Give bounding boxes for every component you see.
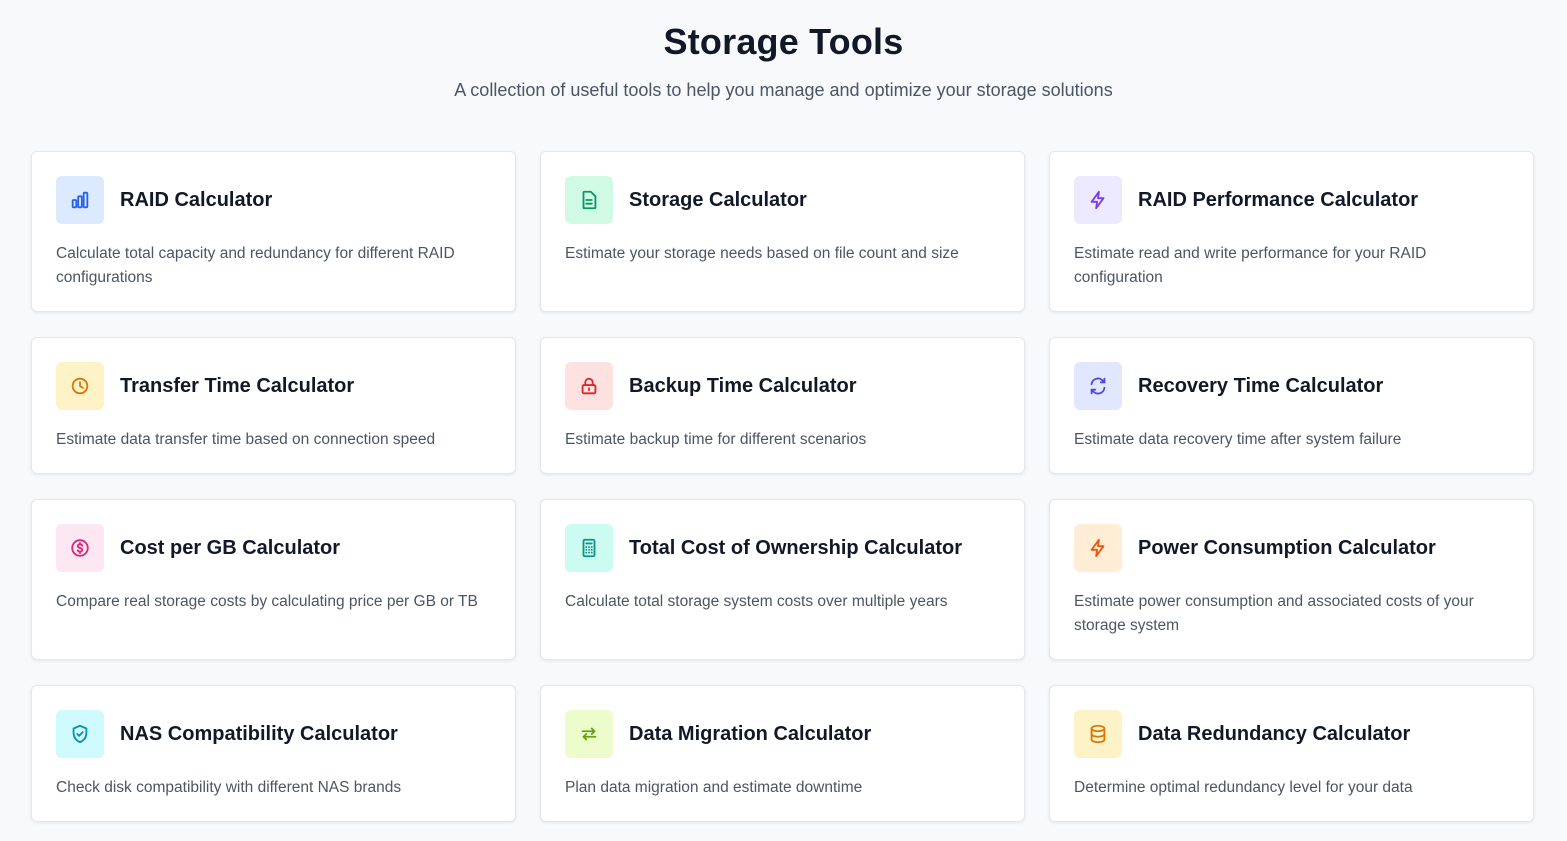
tool-card-data-migration-calculator[interactable]: Data Migration Calculator Plan data migr…	[540, 685, 1025, 822]
tool-card-raid-performance-calculator[interactable]: RAID Performance Calculator Estimate rea…	[1049, 151, 1534, 312]
refresh-icon	[1074, 362, 1122, 410]
bar-chart-icon	[56, 176, 104, 224]
document-icon	[565, 176, 613, 224]
tool-card-description: Determine optimal redundancy level for y…	[1074, 779, 1413, 796]
tool-card-recovery-time-calculator[interactable]: Recovery Time Calculator Estimate data r…	[1049, 337, 1534, 474]
database-icon	[1074, 710, 1122, 758]
tool-card-description: Estimate backup time for different scena…	[565, 431, 867, 448]
tool-card-description: Compare real storage costs by calculatin…	[56, 593, 478, 610]
tool-card-description: Estimate read and write performance for …	[1074, 245, 1427, 286]
tool-card-data-redundancy-calculator[interactable]: Data Redundancy Calculator Determine opt…	[1049, 685, 1534, 822]
tool-card-title: Data Redundancy Calculator	[1138, 723, 1411, 745]
tool-card-description: Estimate your storage needs based on fil…	[565, 245, 959, 262]
dollar-icon	[56, 524, 104, 572]
tool-card-transfer-time-calculator[interactable]: Transfer Time Calculator Estimate data t…	[31, 337, 516, 474]
tool-card-title: Power Consumption Calculator	[1138, 537, 1436, 559]
tool-card-description: Estimate power consumption and associate…	[1074, 593, 1474, 634]
tool-card-title: Recovery Time Calculator	[1138, 375, 1384, 397]
arrows-swap-icon	[565, 710, 613, 758]
tool-card-description: Estimate data transfer time based on con…	[56, 431, 436, 448]
tool-card-raid-calculator[interactable]: RAID Calculator Calculate total capacity…	[31, 151, 516, 312]
tool-card-title: Total Cost of Ownership Calculator	[629, 537, 962, 559]
lock-icon	[565, 362, 613, 410]
tool-card-storage-calculator[interactable]: Storage Calculator Estimate your storage…	[540, 151, 1025, 312]
page-subtitle: A collection of useful tools to help you…	[454, 80, 1113, 100]
tool-card-description: Estimate data recovery time after system…	[1074, 431, 1402, 448]
clock-icon	[56, 362, 104, 410]
tool-card-power-consumption-calculator[interactable]: Power Consumption Calculator Estimate po…	[1049, 499, 1534, 660]
tool-card-cost-per-gb-calculator[interactable]: Cost per GB Calculator Compare real stor…	[31, 499, 516, 660]
tool-card-title: RAID Calculator	[120, 189, 273, 211]
tool-card-backup-time-calculator[interactable]: Backup Time Calculator Estimate backup t…	[540, 337, 1025, 474]
shield-check-icon	[56, 710, 104, 758]
page-header: Storage Tools A collection of useful too…	[0, 0, 1567, 102]
page-title: Storage Tools	[663, 21, 904, 62]
tool-card-description: Calculate total storage system costs ove…	[565, 593, 948, 610]
tool-card-nas-compatibility-calculator[interactable]: NAS Compatibility Calculator Check disk …	[31, 685, 516, 822]
tool-card-title: Transfer Time Calculator	[120, 375, 355, 397]
tool-card-total-cost-of-ownership-calculator[interactable]: Total Cost of Ownership Calculator Calcu…	[540, 499, 1025, 660]
tool-card-description: Calculate total capacity and redundancy …	[56, 245, 455, 286]
tool-card-title: RAID Performance Calculator	[1138, 189, 1419, 211]
lightning-icon	[1074, 524, 1122, 572]
calculator-icon	[565, 524, 613, 572]
tool-card-description: Check disk compatibility with different …	[56, 779, 402, 796]
tool-card-title: Backup Time Calculator	[629, 375, 857, 397]
lightning-icon	[1074, 176, 1122, 224]
tool-card-title: Storage Calculator	[629, 189, 807, 211]
tool-card-description: Plan data migration and estimate downtim…	[565, 779, 863, 796]
tool-card-title: Data Migration Calculator	[629, 723, 872, 745]
tool-card-title: Cost per GB Calculator	[120, 537, 341, 559]
tool-card-title: NAS Compatibility Calculator	[120, 723, 398, 745]
